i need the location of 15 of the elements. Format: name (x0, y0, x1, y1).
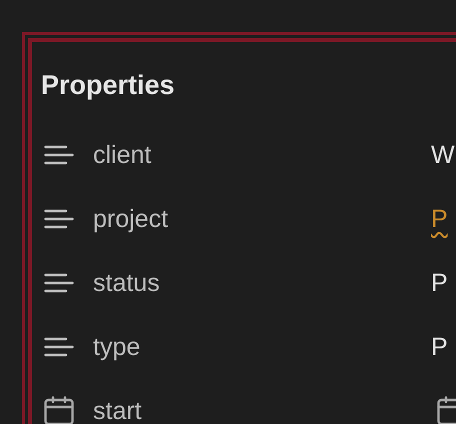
property-name[interactable]: type (93, 332, 140, 362)
property-value[interactable]: W (431, 140, 455, 170)
text-lines-icon (44, 144, 74, 166)
property-link-value[interactable]: P (431, 204, 448, 234)
text-lines-icon (44, 208, 74, 230)
calendar-icon (44, 396, 74, 424)
property-name[interactable]: client (93, 140, 152, 170)
property-name[interactable]: status (93, 268, 160, 298)
property-value[interactable]: P (431, 268, 448, 298)
property-value[interactable]: P (431, 332, 448, 362)
property-name[interactable]: start (93, 396, 142, 424)
text-lines-icon (44, 272, 74, 294)
property-name[interactable]: project (93, 204, 168, 234)
properties-heading: Properties (41, 69, 176, 102)
text-lines-icon (44, 336, 74, 358)
